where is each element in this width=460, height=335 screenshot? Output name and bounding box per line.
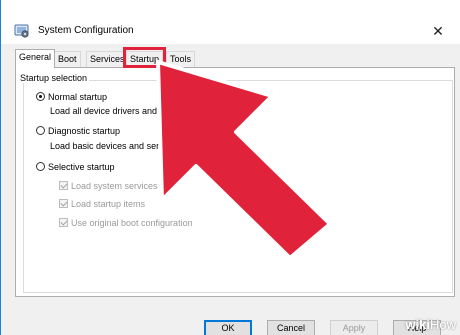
diagnostic-startup-label: Diagnostic startup [48,126,121,136]
normal-startup-description: Load all device drivers and services [50,106,193,116]
wikihow-watermark: wikiHow [405,317,456,332]
radio-unselected-icon [36,162,45,171]
load-startup-items-label: Load startup items [71,199,146,209]
watermark-wiki: wiki [405,317,430,332]
system-configuration-window: System Configuration ✕ General Boot Serv… [0,0,460,335]
selective-startup-label: Selective startup [48,162,115,172]
diagnostic-startup-radio[interactable]: Diagnostic startup [36,126,120,136]
title-bar[interactable]: System Configuration ✕ [1,18,460,44]
window-title: System Configuration [38,25,134,36]
tab-boot[interactable]: Boot [54,51,81,67]
checkbox-checked-icon [59,199,68,208]
use-original-boot-config-label: Use original boot configuration [71,218,193,228]
startup-selection-legend: Startup selection [18,73,90,83]
watermark-how: How [429,317,456,332]
tab-tools[interactable]: Tools [166,51,196,67]
cancel-button[interactable]: Cancel [267,320,315,335]
radio-selected-icon [36,92,45,101]
normal-startup-label: Normal startup [48,92,108,102]
close-icon[interactable]: ✕ [429,22,447,40]
selective-startup-radio[interactable]: Selective startup [36,162,115,172]
startup-tab-highlight-box [123,47,166,68]
load-system-services-label: Load system services [71,181,158,191]
checkbox-checked-icon [59,181,68,190]
load-startup-items-checkbox[interactable]: Load startup items [59,199,145,209]
tab-general[interactable]: General [15,49,56,68]
normal-startup-radio[interactable]: Normal startup [36,92,107,102]
checkbox-checked-icon [59,218,68,227]
apply-button[interactable]: Apply [330,320,378,335]
radio-unselected-icon [36,126,45,135]
diagnostic-startup-description: Load basic devices and services only [50,141,199,151]
tab-strip: General Boot Services Startup Tools [15,49,455,68]
use-original-boot-config-checkbox[interactable]: Use original boot configuration [59,218,193,228]
system-config-icon [14,24,29,38]
load-system-services-checkbox[interactable]: Load system services [59,181,158,191]
window-top-strip [1,0,460,18]
ok-button[interactable]: OK [204,320,252,335]
